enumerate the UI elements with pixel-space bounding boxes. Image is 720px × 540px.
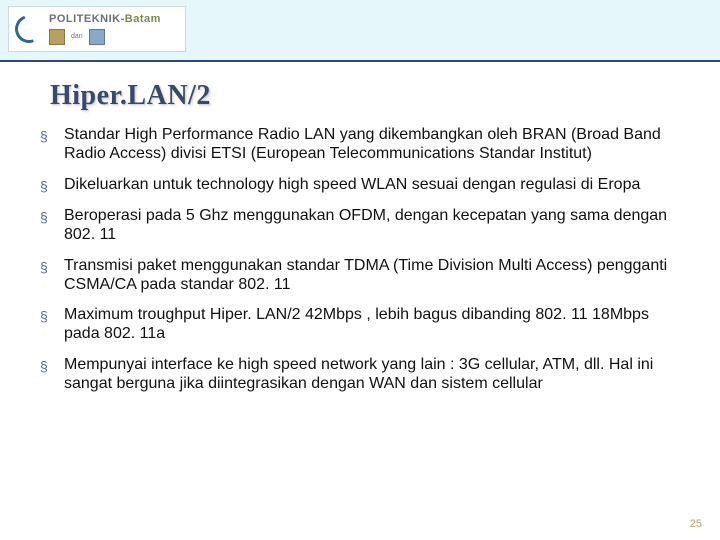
bullet-text: Transmisi paket menggunakan standar TDMA… xyxy=(64,257,680,295)
bullet-list: § Standar High Performance Radio LAN yan… xyxy=(40,126,680,394)
logo-brand: POLITEKNIK-Batam xyxy=(49,14,161,25)
section-sign-icon: § xyxy=(40,207,64,226)
section-sign-icon: § xyxy=(40,257,64,276)
institution-logo: POLITEKNIK-Batam dan xyxy=(8,6,186,52)
list-item: § Transmisi paket menggunakan standar TD… xyxy=(40,257,680,295)
list-item: § Beroperasi pada 5 Ghz menggunakan OFDM… xyxy=(40,207,680,245)
crest-icon xyxy=(49,29,65,45)
bullet-text: Mempunyai interface ke high speed networ… xyxy=(64,356,680,394)
header-band: POLITEKNIK-Batam dan xyxy=(0,0,720,62)
bullet-text: Dikeluarkan untuk technology high speed … xyxy=(64,176,640,195)
list-item: § Mempunyai interface ke high speed netw… xyxy=(40,356,680,394)
section-sign-icon: § xyxy=(40,306,64,325)
section-sign-icon: § xyxy=(40,176,64,195)
bullet-text: Standar High Performance Radio LAN yang … xyxy=(64,126,680,164)
swirl-icon xyxy=(10,10,47,47)
list-item: § Maximum troughput Hiper. LAN/2 42Mbps … xyxy=(40,306,680,344)
slide-content: § Standar High Performance Radio LAN yan… xyxy=(40,126,680,394)
page-number: 25 xyxy=(690,518,702,530)
list-item: § Dikeluarkan untuk technology high spee… xyxy=(40,176,680,195)
logo-text: POLITEKNIK-Batam dan xyxy=(49,14,161,45)
section-sign-icon: § xyxy=(40,356,64,375)
crest-icon xyxy=(89,29,105,45)
bullet-text: Maximum troughput Hiper. LAN/2 42Mbps , … xyxy=(64,306,680,344)
slide-title: Hiper.LAN/2 xyxy=(50,80,720,112)
logo-brand-part1: POLITEKNIK xyxy=(49,13,121,25)
list-item: § Standar High Performance Radio LAN yan… xyxy=(40,126,680,164)
logo-sub-row: dan xyxy=(49,29,161,45)
logo-subtext: dan xyxy=(71,33,83,40)
bullet-text: Beroperasi pada 5 Ghz menggunakan OFDM, … xyxy=(64,207,680,245)
section-sign-icon: § xyxy=(40,126,64,145)
logo-brand-part2: Batam xyxy=(125,13,161,25)
